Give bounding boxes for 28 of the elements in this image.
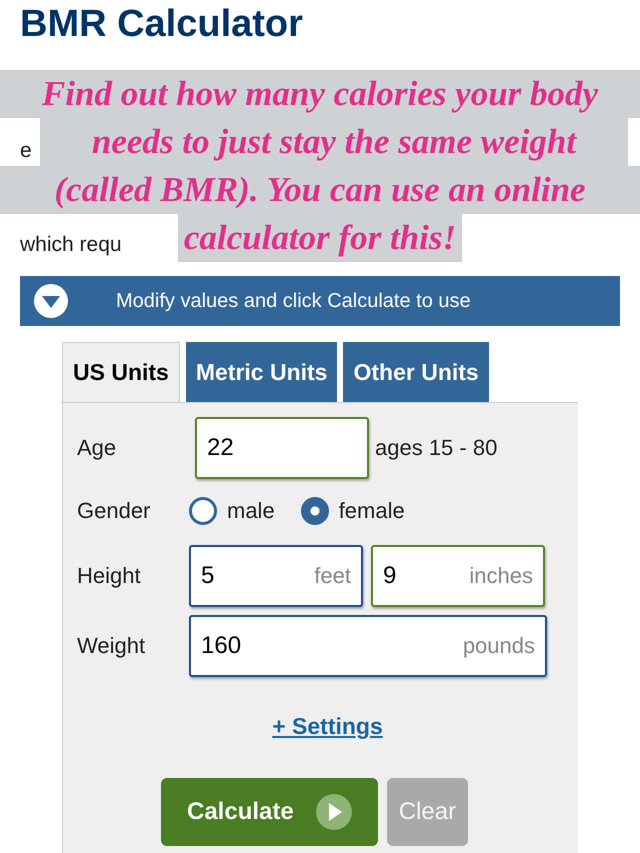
caption-text: needs to just stay the same weight bbox=[40, 118, 628, 166]
unit-tab[interactable]: Metric Units bbox=[186, 342, 338, 402]
caption-text: calculator for this! bbox=[178, 214, 462, 262]
intro-text: which requ bbox=[20, 233, 122, 256]
field-label: Age bbox=[77, 435, 118, 461]
settings-link[interactable]: + Settings bbox=[77, 713, 578, 740]
radio-label[interactable]: female bbox=[338, 498, 405, 524]
input-field[interactable]: 22 bbox=[195, 417, 369, 479]
caption-text: (called BMR). You can use an online bbox=[0, 166, 640, 214]
play-icon bbox=[316, 794, 352, 830]
radio-button[interactable] bbox=[300, 497, 329, 525]
radio-label[interactable]: male bbox=[227, 498, 275, 524]
hint-text: ages 15 - 80 bbox=[375, 435, 498, 461]
field-label: Gender bbox=[77, 498, 152, 524]
caption-text: Find out how many calories your body bbox=[0, 70, 640, 118]
collapse-icon[interactable] bbox=[34, 284, 68, 318]
unit-tab[interactable]: US Units bbox=[62, 342, 180, 402]
input-field[interactable]: 160 pounds bbox=[189, 615, 547, 677]
field-label: Height bbox=[77, 563, 142, 589]
input-field[interactable]: 5 feet bbox=[189, 545, 363, 607]
banner-text: Modify values and click Calculate to use bbox=[116, 290, 471, 312]
input-field[interactable]: 9 inches bbox=[371, 545, 545, 607]
page-title: BMR Calculator bbox=[19, 2, 304, 46]
calculate-button[interactable]: Calculate bbox=[161, 778, 378, 846]
intro-text: e bbox=[20, 139, 32, 162]
radio-button[interactable] bbox=[189, 497, 217, 525]
unit-tab[interactable]: Other Units bbox=[343, 342, 489, 402]
field-label: Weight bbox=[77, 633, 146, 659]
